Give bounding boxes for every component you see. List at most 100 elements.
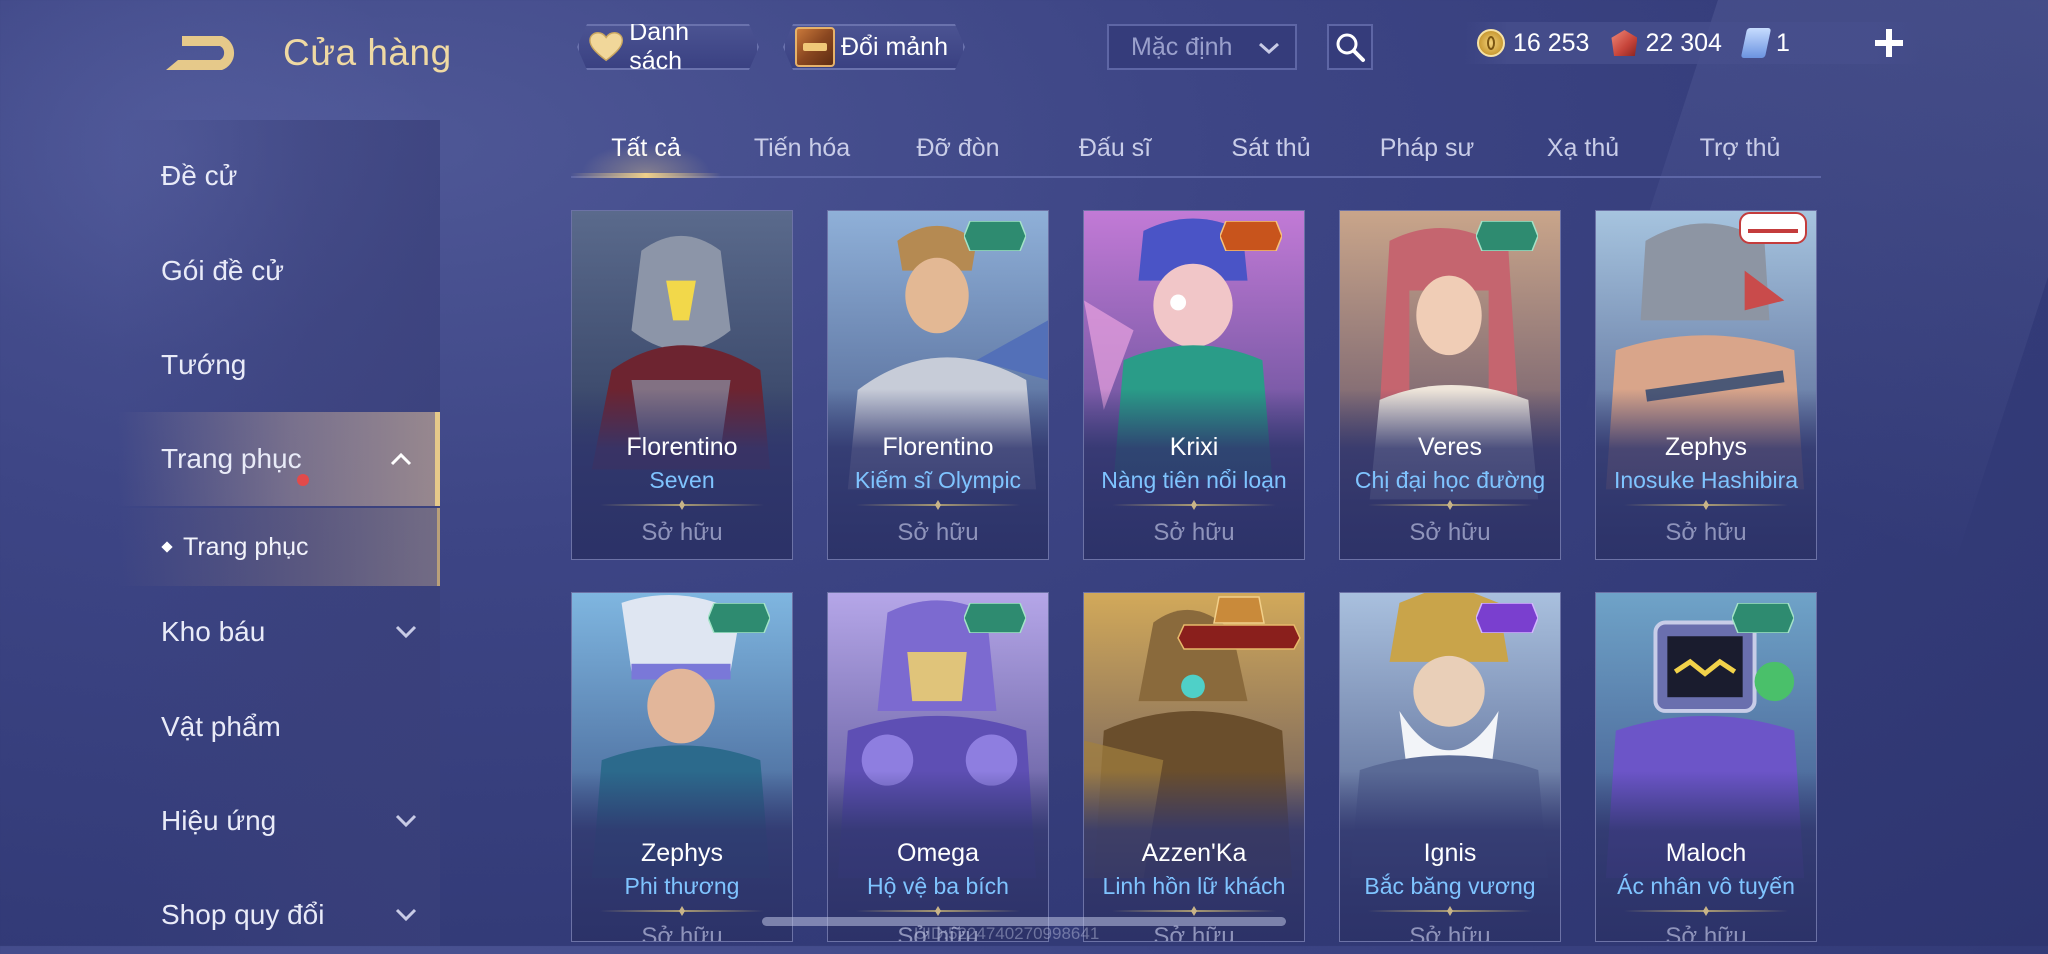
ownership-status: Sở hữu	[641, 519, 723, 546]
category-tabs: Tất cả Tiến hóa Đỡ đòn Đấu sĩ Sát thủ Ph…	[571, 128, 1821, 180]
heart-icon	[589, 31, 623, 63]
skin-card[interactable]: Krixi Nàng tiên nổi loạn Sở hữu	[1083, 210, 1305, 560]
plus-icon[interactable]	[1872, 26, 1906, 60]
tab-assassin[interactable]: Sát thủ	[1196, 128, 1346, 178]
tab-tank[interactable]: Đỡ đòn	[883, 128, 1033, 178]
skin-card[interactable]: Zephys Phi thương Sở hữu	[571, 592, 793, 942]
skin-card[interactable]: Zephys Inosuke Hashibira Sở hữu	[1595, 210, 1817, 560]
skin-name: Seven	[649, 467, 715, 493]
hero-name: Zephys	[1665, 433, 1747, 461]
sidebar-item-label: Đề cử	[161, 160, 238, 191]
sidebar-item-exchange-shop[interactable]: Shop quy đổi	[118, 876, 440, 954]
back-arrow-icon[interactable]	[160, 30, 246, 76]
sort-dropdown-value: Mặc định	[1131, 32, 1233, 61]
gold-currency: 16 253	[1477, 29, 1589, 58]
voucher-currency: 1	[1740, 28, 1790, 58]
card-divider	[856, 504, 1020, 506]
sidebar-item-effects[interactable]: Hiệu ứng	[118, 782, 440, 860]
hero-name: Azzen'Ka	[1141, 839, 1247, 867]
skin-name: Kiếm sĩ Olympic	[854, 467, 1022, 493]
sidebar-item-label: Trang phục	[161, 443, 302, 474]
skin-name: Linh hồn lữ khách	[1102, 873, 1286, 899]
limited-badge	[1220, 221, 1282, 251]
sidebar-item-items[interactable]: Vật phẩm	[118, 688, 440, 766]
tab-evolution[interactable]: Tiến hóa	[727, 128, 877, 178]
sidebar-item-recommended[interactable]: Đề cử	[118, 137, 440, 215]
currency-bar: 16 253 22 304 1	[1463, 22, 1921, 64]
hero-name: Florentino	[626, 433, 738, 461]
hero-name: Krixi	[1169, 433, 1219, 461]
skin-name: Phi thương	[624, 873, 740, 899]
sort-dropdown[interactable]: Mặc định	[1107, 24, 1297, 70]
limited-badge	[964, 603, 1026, 633]
ownership-status: Sở hữu	[897, 519, 979, 546]
limited-badge	[708, 603, 770, 633]
card-divider	[856, 910, 1020, 912]
ownership-status: Sở hữu	[1665, 519, 1747, 546]
sidebar-item-label: Tướng	[161, 349, 247, 380]
tab-marksman[interactable]: Xạ thủ	[1508, 128, 1658, 178]
sidebar-item-skins[interactable]: Trang phục	[118, 412, 440, 506]
uid-watermark: UID:5224740270998641	[914, 924, 1100, 943]
chevron-down-icon	[395, 908, 417, 922]
ownership-status: Sở hữu	[1665, 923, 1747, 942]
ruby-gem-icon	[1611, 30, 1638, 56]
skin-card[interactable]: Florentino Seven Sở hữu	[571, 210, 793, 560]
chevron-up-icon	[390, 452, 412, 466]
sidebar-item-label: Gói đề cử	[161, 255, 285, 286]
skin-card[interactable]: Ignis Bắc băng vương Sở hữu	[1339, 592, 1561, 942]
chevron-down-icon	[1259, 42, 1279, 55]
hero-name: Omega	[897, 839, 979, 867]
sidebar-subitem-skins[interactable]: Trang phục	[118, 508, 440, 586]
skin-card[interactable]: Omega Hộ vệ ba bích Sở hữu	[827, 592, 1049, 942]
sidebar: Đề cử Gói đề cử Tướng Trang phục Trang p…	[118, 120, 440, 946]
shard-exchange-button[interactable]: Đổi mảnh	[783, 24, 965, 70]
card-divider	[1368, 504, 1532, 506]
hero-name: Ignis	[1423, 839, 1477, 867]
tab-mage[interactable]: Pháp sư	[1352, 128, 1502, 178]
skin-card[interactable]: Azzen'Ka Linh hồn lữ khách Sở hữu	[1083, 592, 1305, 942]
ruby-currency: 22 304	[1611, 28, 1722, 58]
sidebar-item-heroes[interactable]: Tướng	[118, 326, 440, 404]
voucher-amount: 1	[1775, 28, 1790, 57]
tab-all[interactable]: Tất cả	[571, 128, 721, 178]
chest-icon	[795, 27, 835, 67]
bullet-icon	[161, 541, 173, 553]
list-button[interactable]: Danh sách	[577, 24, 759, 70]
ruby-amount: 22 304	[1645, 28, 1722, 57]
card-divider	[600, 504, 764, 506]
card-divider	[1368, 910, 1532, 912]
limited-badge	[1476, 603, 1538, 633]
chevron-down-icon	[395, 814, 417, 828]
shard-exchange-label: Đổi mảnh	[841, 32, 948, 61]
search-button[interactable]	[1327, 24, 1373, 70]
list-button-label: Danh sách	[629, 18, 690, 75]
sidebar-subitem-label: Trang phục	[183, 532, 309, 561]
card-divider	[600, 910, 764, 912]
ownership-status: Sở hữu	[1409, 519, 1491, 546]
chevron-down-icon	[395, 625, 417, 639]
sidebar-item-label: Kho báu	[161, 616, 266, 647]
hero-name: Zephys	[641, 839, 723, 867]
sidebar-item-treasure[interactable]: Kho báu	[118, 593, 440, 671]
gold-amount: 16 253	[1513, 28, 1590, 57]
skin-card[interactable]: Veres Chị đại học đường Sở hữu	[1339, 210, 1561, 560]
tab-fighter[interactable]: Đấu sĩ	[1040, 128, 1190, 178]
hero-name: Veres	[1418, 433, 1482, 461]
sidebar-item-recommended-packs[interactable]: Gói đề cử	[118, 232, 440, 310]
hero-name: Florentino	[882, 433, 994, 461]
sidebar-item-label: Shop quy đổi	[161, 899, 325, 930]
skin-name: Chị đại học đường	[1354, 467, 1546, 493]
search-icon	[1336, 33, 1365, 62]
skin-card[interactable]: Maloch Ác nhân vô tuyến Sở hữu	[1595, 592, 1817, 942]
card-divider	[1112, 910, 1276, 912]
skin-card[interactable]: Florentino Kiếm sĩ Olympic Sở hữu	[827, 210, 1049, 560]
ownership-status: Sở hữu	[641, 923, 723, 942]
sidebar-item-label: Hiệu ứng	[161, 805, 277, 836]
limited-badge	[1476, 221, 1538, 251]
skin-name: Nàng tiên nổi loạn	[1101, 467, 1287, 493]
tab-support[interactable]: Trợ thủ	[1665, 128, 1815, 178]
collab-logo-badge	[1739, 212, 1807, 244]
skin-name: Inosuke Hashibira	[1613, 467, 1799, 493]
page-title: Cửa hàng	[283, 32, 452, 73]
